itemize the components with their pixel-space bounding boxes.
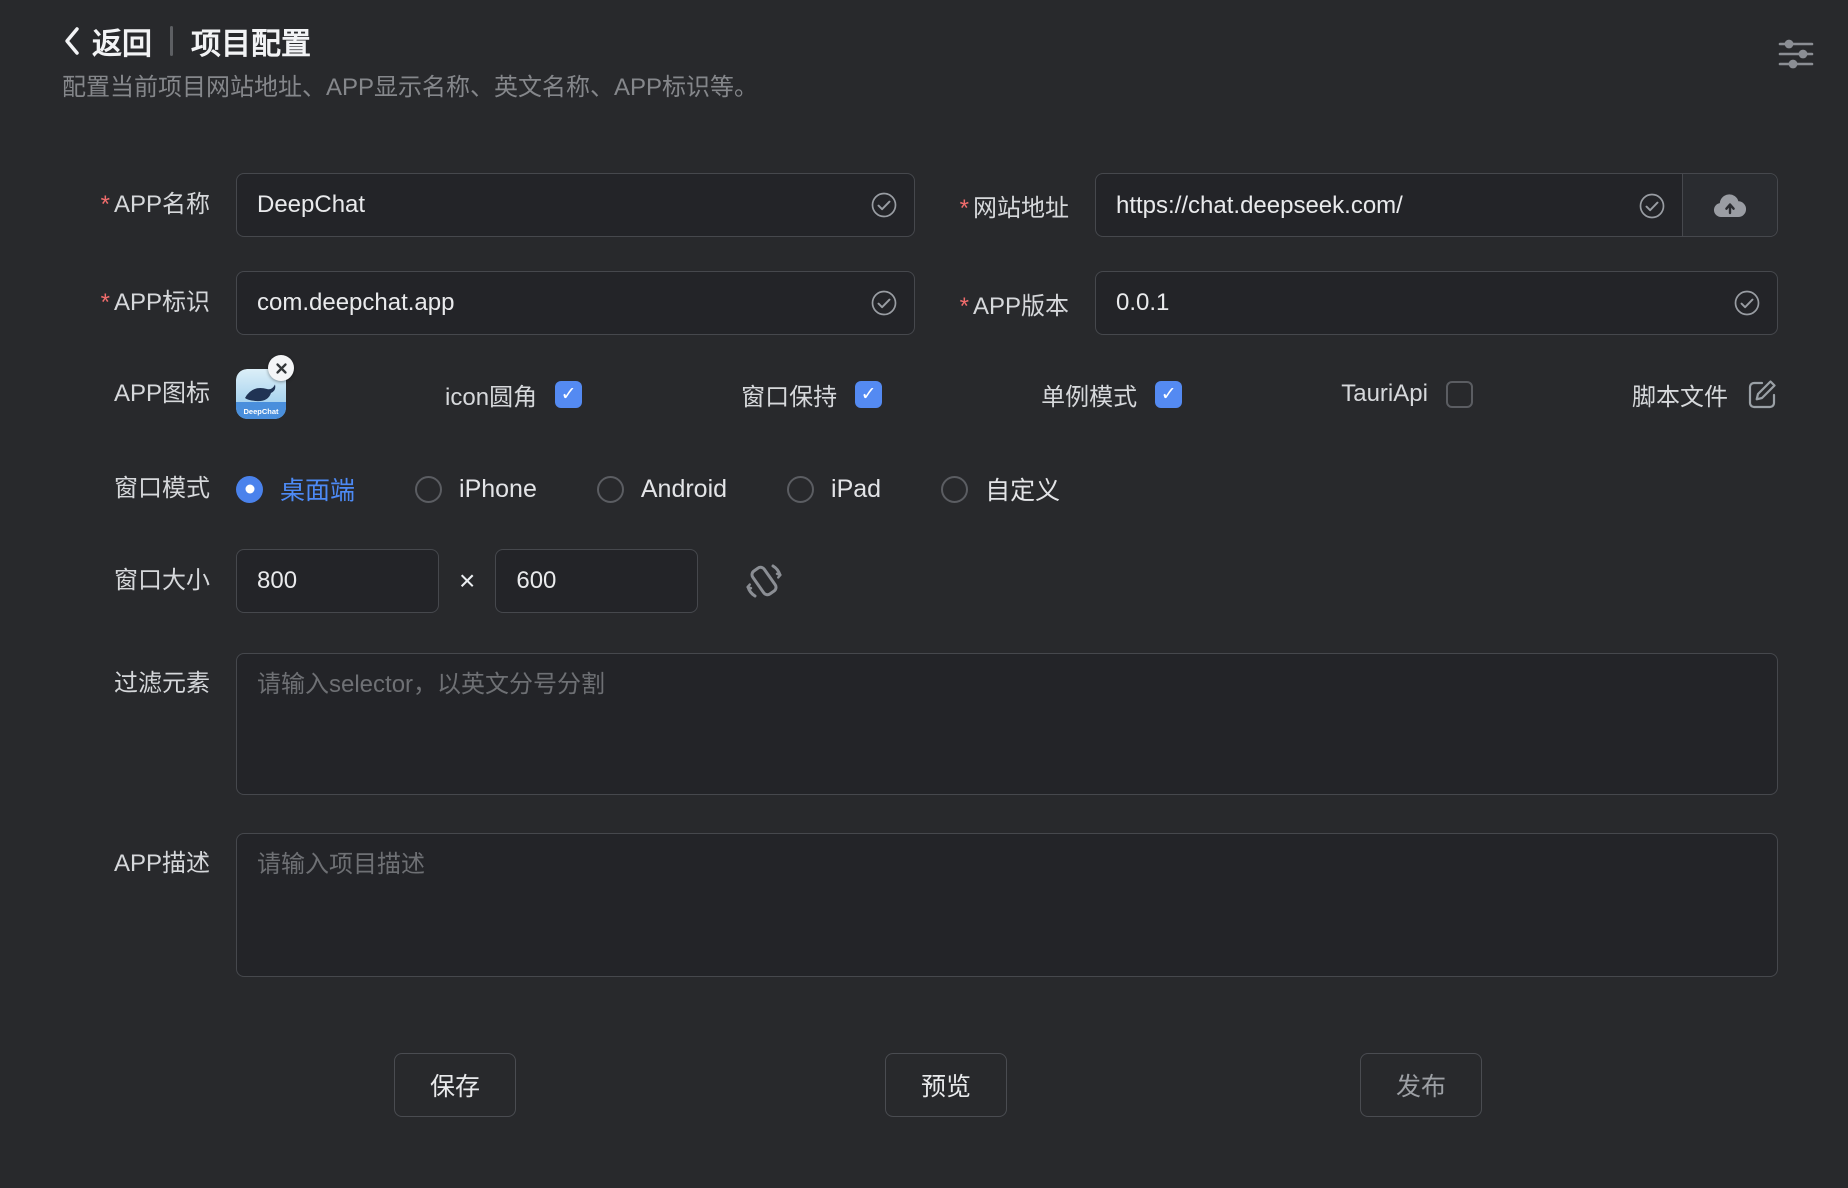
action-buttons: 保存 预览 发布 — [62, 1053, 1778, 1117]
app-id-label: *APP标识 — [62, 288, 210, 318]
script-file-label: 脚本文件 — [1632, 377, 1728, 412]
site-url-input[interactable] — [1096, 174, 1682, 238]
cloud-upload-button[interactable] — [1682, 174, 1777, 236]
toggle-tauri-api: TauriApi — [1341, 380, 1473, 408]
radio-android[interactable]: Android — [597, 475, 727, 504]
page-subtitle: 配置当前项目网站地址、APP显示名称、英文名称、APP标识等。 — [62, 73, 1786, 103]
app-id-input-wrap — [236, 271, 915, 335]
title-divider — [170, 26, 173, 56]
icon-radius-checkbox[interactable]: ✓ — [555, 381, 582, 408]
back-label: 返回 — [92, 19, 152, 63]
chevron-left-icon — [62, 25, 84, 57]
toggle-label: 单例模式 — [1041, 377, 1137, 412]
sliders-icon[interactable] — [1778, 36, 1814, 72]
cloud-upload-icon — [1713, 192, 1747, 219]
toggle-label: TauriApi — [1341, 380, 1428, 408]
window-mode-label: 窗口模式 — [62, 474, 210, 504]
page-title: 项目配置 — [191, 19, 311, 63]
radio-icon — [236, 476, 263, 503]
script-file-group: 脚本文件 — [1632, 377, 1778, 412]
preview-button[interactable]: 预览 — [885, 1053, 1007, 1117]
radio-icon — [941, 476, 968, 503]
site-url-label: *网站地址 — [915, 188, 1095, 223]
svg-text:DeepChat: DeepChat — [243, 407, 279, 416]
height-input[interactable] — [496, 550, 846, 612]
close-icon[interactable] — [268, 355, 294, 381]
edit-square-icon[interactable] — [1746, 378, 1778, 410]
single-instance-checkbox[interactable]: ✓ — [1155, 381, 1182, 408]
app-name-input-wrap — [236, 173, 915, 237]
site-url-group — [1095, 173, 1778, 237]
filter-label: 过滤元素 — [62, 653, 210, 699]
height-input-wrap — [495, 549, 698, 613]
radio-iphone[interactable]: iPhone — [415, 475, 537, 504]
width-input-wrap — [236, 549, 439, 613]
row-app-name-site: *APP名称 *网站地址 — [62, 173, 1778, 237]
row-filter: 过滤元素 — [62, 653, 1778, 795]
app-id-input[interactable] — [237, 272, 914, 334]
check-icon: ✓ — [561, 385, 577, 404]
row-window-mode: 窗口模式 桌面端 iPhone Android iPad — [62, 469, 1778, 509]
circle-check-icon — [1733, 289, 1761, 317]
radio-custom[interactable]: 自定义 — [941, 471, 1060, 507]
check-icon: ✓ — [861, 385, 877, 404]
app-icon-thumb[interactable]: DeepChat — [236, 369, 286, 419]
radio-icon — [597, 476, 624, 503]
radio-icon — [415, 476, 442, 503]
toggle-single-instance: 单例模式 ✓ — [1041, 377, 1182, 412]
tauri-api-checkbox[interactable] — [1446, 381, 1473, 408]
app-icon-label: APP图标 — [62, 379, 210, 409]
app-version-input-wrap — [1095, 271, 1778, 335]
publish-button[interactable]: 发布 — [1360, 1053, 1482, 1117]
toggle-label: icon圆角 — [445, 377, 537, 412]
toggle-icon-radius: icon圆角 ✓ — [445, 377, 582, 412]
circle-check-icon — [1638, 192, 1666, 220]
back-button[interactable]: 返回 — [62, 19, 152, 63]
window-keep-checkbox[interactable]: ✓ — [855, 381, 882, 408]
row-description: APP描述 — [62, 833, 1778, 977]
radio-icon — [787, 476, 814, 503]
row-window-size: 窗口大小 × — [62, 549, 1778, 613]
project-config-form: *APP名称 *网站地址 — [0, 173, 1848, 1117]
page-header: 返回 项目配置 配置当前项目网站地址、APP显示名称、英文名称、APP标识等。 — [0, 0, 1848, 103]
description-textarea[interactable] — [236, 833, 1778, 977]
toggle-window-keep: 窗口保持 ✓ — [741, 377, 882, 412]
window-mode-radio-group: 桌面端 iPhone Android iPad 自定义 — [236, 471, 1060, 507]
check-icon: ✓ — [1161, 385, 1177, 404]
site-url-input-wrap — [1096, 174, 1682, 238]
app-name-label: *APP名称 — [62, 190, 210, 220]
description-label: APP描述 — [62, 833, 210, 879]
row-app-icon-toggles: APP图标 DeepChat — [62, 369, 1778, 419]
app-version-input[interactable] — [1096, 272, 1777, 334]
app-version-label: *APP版本 — [915, 286, 1095, 321]
save-button[interactable]: 保存 — [394, 1053, 516, 1117]
row-app-id-version: *APP标识 *APP版本 — [62, 271, 1778, 335]
titlebar: 返回 项目配置 — [62, 18, 1786, 64]
app-name-input[interactable] — [237, 174, 914, 236]
radio-ipad[interactable]: iPad — [787, 475, 881, 504]
window-size-label: 窗口大小 — [62, 566, 210, 596]
radio-desktop[interactable]: 桌面端 — [236, 471, 355, 507]
circle-check-icon — [870, 191, 898, 219]
toggle-label: 窗口保持 — [741, 377, 837, 412]
circle-check-icon — [870, 289, 898, 317]
filter-textarea[interactable] — [236, 653, 1778, 795]
